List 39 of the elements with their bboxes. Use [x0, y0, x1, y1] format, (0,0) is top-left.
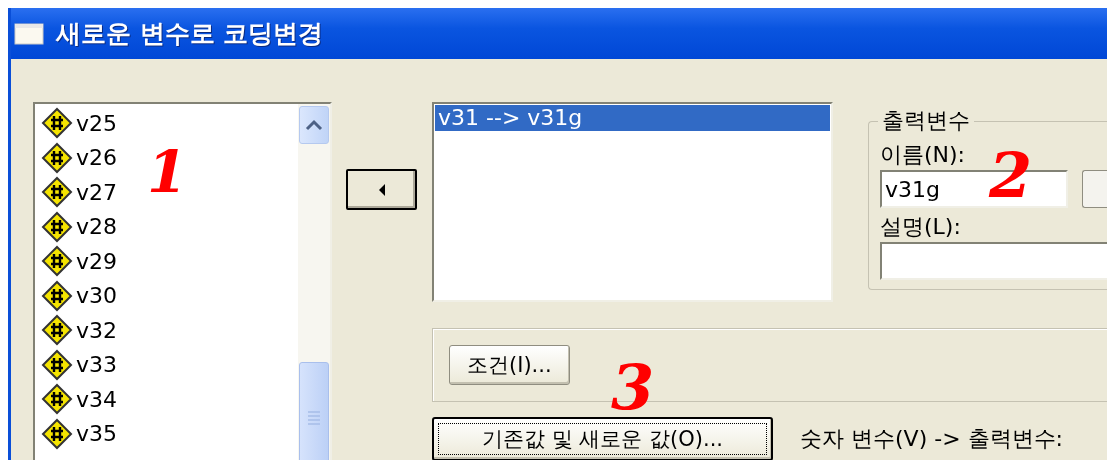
- chevron-up-icon: [304, 118, 324, 132]
- condition-button[interactable]: 조건(I)...: [449, 345, 570, 385]
- numeric-variable-icon: [41, 314, 73, 347]
- variable-item[interactable]: v29: [35, 244, 117, 279]
- variable-item[interactable]: v28: [35, 209, 117, 244]
- numeric-variable-icon: [41, 417, 73, 450]
- old-new-values-button[interactable]: 기존값 및 새로운 값(O)...: [432, 417, 773, 460]
- annotation: 3: [611, 357, 655, 419]
- numeric-variable-icon: [41, 383, 73, 416]
- numeric-variable-icon: [41, 245, 73, 278]
- move-back-button[interactable]: [346, 169, 417, 210]
- scroll-thumb[interactable]: [299, 362, 329, 460]
- name-label: 이름(N):: [880, 141, 967, 169]
- numeric-variable-icon: [41, 107, 73, 140]
- window-title: 새로운 변수로 코딩변경: [56, 18, 324, 50]
- grip-icon: [307, 410, 321, 426]
- window-icon: [14, 22, 44, 45]
- scrollbar[interactable]: [298, 104, 330, 460]
- scroll-up-button[interactable]: [299, 106, 329, 144]
- label-field[interactable]: [880, 242, 1107, 280]
- mapping-item[interactable]: v31 --> v31g: [435, 105, 830, 131]
- label-label: 설명(L):: [880, 213, 962, 241]
- variable-item[interactable]: v25: [35, 106, 117, 141]
- mapping-caption: 숫자 변수(V) -> 출력변수:: [800, 425, 1063, 453]
- numeric-variable-icon: [41, 176, 73, 209]
- variable-item[interactable]: v32: [35, 313, 117, 348]
- variable-item[interactable]: v35: [35, 416, 117, 451]
- mapping-list[interactable]: v31 --> v31g: [432, 102, 833, 302]
- variable-item[interactable]: v30: [35, 278, 117, 313]
- annotation: 1: [147, 143, 188, 201]
- variable-item[interactable]: v26: [35, 140, 117, 175]
- numeric-variable-icon: [41, 348, 73, 381]
- variable-item[interactable]: v27: [35, 175, 117, 210]
- numeric-variable-icon: [41, 210, 73, 243]
- variable-item[interactable]: v34: [35, 382, 117, 417]
- numeric-variable-icon: [41, 141, 73, 174]
- variable-item[interactable]: v33: [35, 347, 117, 382]
- numeric-variable-icon: [41, 279, 73, 312]
- group-title: 출력변수: [881, 107, 971, 135]
